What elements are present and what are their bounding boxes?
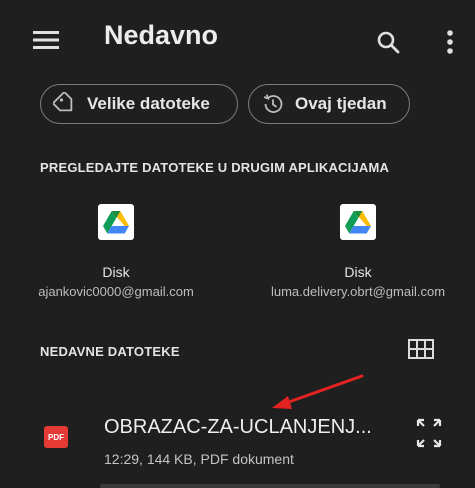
account-email: luma.delivery.obrt@gmail.com xyxy=(270,284,446,299)
label-tag-icon xyxy=(53,92,77,116)
google-drive-icon xyxy=(98,204,134,240)
recent-file-row[interactable]: PDF OBRAZAC-ZA-UCLANJENJ... 12:29, 144 K… xyxy=(0,398,475,488)
fullscreen-expand-icon[interactable] xyxy=(416,418,442,448)
next-row-edge xyxy=(100,484,440,488)
pdf-file-icon: PDF xyxy=(44,426,68,448)
account-app-name: Disk xyxy=(344,264,372,280)
drive-account-2[interactable]: Disk luma.delivery.obrt@gmail.com xyxy=(258,204,458,299)
other-apps-section-title: PREGLEDAJTE DATOTEKE U DRUGIM APLIKACIJA… xyxy=(40,160,390,175)
search-icon[interactable] xyxy=(368,22,408,62)
account-email: ajankovic0000@gmail.com xyxy=(38,284,194,299)
page-title: Nedavno xyxy=(104,20,219,50)
more-vert-icon[interactable] xyxy=(430,22,470,62)
drive-account-1[interactable]: Disk ajankovic0000@gmail.com xyxy=(16,204,216,299)
filter-chip-this-week[interactable]: Ovaj tjedan xyxy=(248,84,410,124)
google-drive-icon xyxy=(340,204,376,240)
file-name: OBRAZAC-ZA-UCLANJENJ... xyxy=(104,416,372,438)
hamburger-menu-icon[interactable] xyxy=(28,24,64,56)
filter-chip-label: Ovaj tjedan xyxy=(295,94,387,113)
filter-chip-label: Velike datoteke xyxy=(87,94,210,113)
history-clock-icon xyxy=(261,92,285,116)
file-meta: 12:29, 144 KB, PDF dokument xyxy=(104,451,294,467)
grid-view-icon[interactable] xyxy=(408,339,436,363)
recent-files-section-title: NEDAVNE DATOTEKE xyxy=(40,344,180,359)
filter-chip-large-files[interactable]: Velike datoteke xyxy=(40,84,238,124)
account-app-name: Disk xyxy=(102,264,130,280)
top-app-bar: Nedavno xyxy=(0,0,475,80)
